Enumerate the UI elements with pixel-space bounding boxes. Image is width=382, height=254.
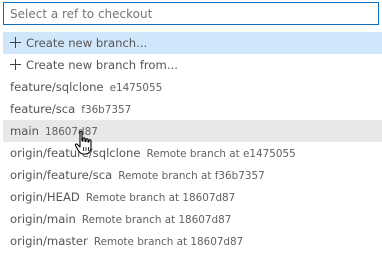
ref-name: origin/HEAD xyxy=(10,190,80,204)
ref-description: 18607d87 xyxy=(44,126,98,138)
ref-search-box xyxy=(3,2,379,25)
plus-icon xyxy=(10,59,21,70)
ref-name: origin/feature/sca xyxy=(10,168,113,182)
checkout-quick-pick: Create new branch... Create new branch f… xyxy=(0,0,382,254)
plus-icon xyxy=(10,37,21,48)
ref-description: f36b7357 xyxy=(81,104,132,116)
ref-name: feature/sqlclone xyxy=(10,80,104,94)
ref-item-origin-main[interactable]: origin/main Remote branch at 18607d87 xyxy=(3,208,382,230)
ref-name: origin/master xyxy=(10,234,88,248)
create-new-branch-from-item[interactable]: Create new branch from... xyxy=(3,54,382,76)
ref-name: origin/main xyxy=(10,212,76,226)
ref-item-origin-master[interactable]: origin/master Remote branch at 18607d87 xyxy=(3,230,382,252)
ref-name: feature/sca xyxy=(10,102,76,116)
ref-item-feature-sqlclone[interactable]: feature/sqlclone e1475055 xyxy=(3,76,382,98)
ref-description: Remote branch at 18607d87 xyxy=(81,214,232,226)
ref-description: e1475055 xyxy=(109,82,163,94)
ref-description: Remote branch at 18607d87 xyxy=(85,192,236,204)
ref-item-feature-sca[interactable]: feature/sca f36b7357 xyxy=(3,98,382,120)
ref-item-origin-head[interactable]: origin/HEAD Remote branch at 18607d87 xyxy=(3,186,382,208)
ref-item-main[interactable]: main 18607d87 xyxy=(3,120,382,142)
ref-name: origin/feature/sqlclone xyxy=(10,146,141,160)
ref-name: main xyxy=(10,124,39,138)
create-new-branch-label: Create new branch... xyxy=(26,36,148,50)
ref-description: Remote branch at e1475055 xyxy=(146,148,296,160)
create-new-branch-from-label: Create new branch from... xyxy=(26,58,178,72)
ref-item-origin-feature-sca[interactable]: origin/feature/sca Remote branch at f36b7… xyxy=(3,164,382,186)
ref-description: Remote branch at f36b7357 xyxy=(118,170,265,182)
ref-search-input[interactable] xyxy=(4,3,378,25)
ref-list: Create new branch... Create new branch f… xyxy=(3,32,382,252)
create-new-branch-item[interactable]: Create new branch... xyxy=(3,32,382,54)
ref-item-origin-feature-sqlclone[interactable]: origin/feature/sqlclone Remote branch at … xyxy=(3,142,382,164)
ref-description: Remote branch at 18607d87 xyxy=(93,236,244,248)
